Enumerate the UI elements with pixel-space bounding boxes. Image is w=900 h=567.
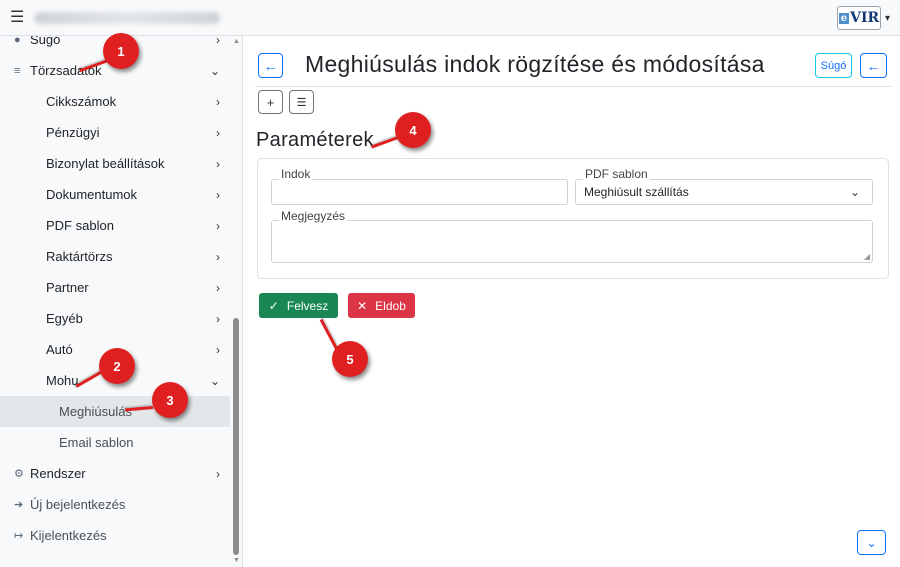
database-icon: ≡ [14, 64, 21, 77]
indok-input[interactable] [271, 179, 568, 205]
help-button[interactable]: Súgó [815, 53, 852, 78]
back-button[interactable]: ← [258, 53, 283, 78]
check-icon: ✓ [268, 298, 279, 313]
chevron-right-icon: › [216, 466, 220, 481]
main-content: ← Meghiúsulás indok rögzítése és módosít… [243, 36, 900, 567]
top-bar: ☰ e VIR ▾ [0, 0, 900, 36]
sidebar-item-label: Mohu [46, 373, 79, 388]
megjegyzes-label: Megjegyzés [279, 209, 348, 223]
scroll-down-arrow-icon[interactable]: ▼ [233, 557, 240, 564]
chevron-right-icon: › [216, 125, 220, 140]
back-button-right[interactable]: ← [860, 53, 887, 78]
sidebar-item-meghiusulas[interactable]: Meghiúsulás [0, 396, 230, 427]
user-menu[interactable]: e VIR ▾ [836, 5, 890, 31]
save-button-label: Felvesz [286, 298, 329, 313]
list-button[interactable]: ☰ [289, 90, 314, 114]
chevron-right-icon: › [216, 311, 220, 326]
megjegyzes-textarea[interactable]: ◢ [271, 220, 873, 263]
logo-text: VIR [850, 10, 880, 26]
chevron-right-icon: › [216, 36, 220, 47]
sidebar-item-pdf-sablon[interactable]: PDF sablon › [0, 210, 230, 241]
save-button[interactable]: ✓ Felvesz [259, 293, 338, 318]
sidebar-item-label: Rendszer [30, 466, 86, 481]
chevron-down-icon: ⌄ [849, 185, 860, 199]
sidebar-item-penzugyi[interactable]: Pénzügyi › [0, 117, 230, 148]
sidebar-item-label: Cikkszámok [46, 94, 117, 109]
chevron-right-icon: › [216, 156, 220, 171]
header-divider [255, 86, 892, 87]
chevron-right-icon: › [216, 249, 220, 264]
sidebar-item-label: Dokumentumok [46, 187, 138, 202]
help-icon: ● [14, 36, 21, 46]
scrollbar-thumb[interactable] [233, 318, 239, 555]
chevron-right-icon: › [216, 218, 220, 233]
pdf-sablon-value: Meghiúsult szállítás [584, 185, 689, 199]
cancel-button[interactable]: ✕ Eldob [348, 293, 415, 318]
blurred-app-title [34, 12, 220, 24]
login-icon: ➔ [14, 499, 24, 511]
sidebar-item-uj-bejelentkezes[interactable]: ➔ Új bejelentkezés [0, 489, 230, 520]
close-icon: ✕ [357, 298, 368, 313]
pdf-sablon-select[interactable]: Meghiúsult szállítás ⌄ [575, 179, 873, 205]
sidebar-item-egyeb[interactable]: Egyéb › [0, 303, 230, 334]
marker-5: 5 [332, 341, 368, 377]
caret-down-icon: ▾ [884, 12, 890, 24]
chevron-right-icon: › [216, 280, 220, 295]
resize-grip-icon[interactable]: ◢ [864, 252, 870, 261]
chevron-down-icon: ⌄ [209, 373, 220, 388]
list-icon: ☰ [296, 96, 307, 109]
sidebar-item-label: Súgó [30, 36, 61, 47]
marker-1: 1 [103, 33, 139, 69]
sidebar-item-label: Egyéb [46, 311, 83, 326]
hamburger-icon[interactable]: ☰ [10, 10, 24, 26]
add-button[interactable]: + [258, 90, 283, 114]
sidebar-item-kijelentkezes[interactable]: ↦ Kijelentkezés [0, 520, 230, 551]
marker-3: 3 [152, 382, 188, 418]
cancel-button-label: Eldob [375, 298, 406, 313]
sidebar-item-email-sablon[interactable]: Email sablon [0, 427, 230, 458]
logout-icon: ↦ [14, 530, 24, 542]
sidebar-item-label: Bizonylat beállítások [46, 156, 165, 171]
plus-icon: + [266, 94, 275, 110]
sidebar-item-bizonylat-beallitasok[interactable]: Bizonylat beállítások › [0, 148, 230, 179]
sidebar-item-label: Új bejelentkezés [30, 497, 126, 512]
parameters-card: Indok Meghiúsult szállítás ⌄ PDF sablon … [257, 158, 889, 279]
sidebar-scrollbar[interactable]: ▲ ▼ [231, 36, 242, 567]
marker-4: 4 [395, 112, 431, 148]
sidebar: ● Súgó › ≡ Törzsadatok ⌄ Cikkszámok › Pénzügy… [0, 36, 243, 567]
chevron-down-icon: ⌄ [209, 63, 220, 78]
arrow-left-icon: ← [866, 57, 881, 74]
sidebar-item-raktartorzs[interactable]: Raktártörzs › [0, 241, 230, 272]
page-title: Meghiúsulás indok rögzítése és módosítás… [305, 51, 765, 77]
chevron-right-icon: › [216, 187, 220, 202]
arrow-left-icon: ← [263, 57, 278, 74]
sidebar-item-label: Email sablon [59, 435, 134, 450]
gears-icon: ⚙ [14, 468, 24, 480]
indok-label: Indok [279, 167, 313, 181]
sidebar-item-label: Kijelentkezés [30, 528, 107, 543]
sidebar-item-label: Meghiúsulás [59, 404, 132, 419]
app-logo: e VIR [836, 6, 881, 30]
section-title: Paraméterek [256, 129, 374, 151]
scroll-up-arrow-icon[interactable]: ▲ [233, 38, 240, 45]
sidebar-item-label: Pénzügyi [46, 125, 100, 140]
chevron-right-icon: › [216, 342, 220, 357]
logo-badge: e [838, 12, 850, 24]
sidebar-item-label: Partner [46, 280, 89, 295]
pdf-sablon-label: PDF sablon [583, 167, 650, 181]
sidebar-item-cikkszamok[interactable]: Cikkszámok › [0, 86, 230, 117]
sidebar-item-label: Raktártörzs [46, 249, 113, 264]
sidebar-item-rendszer[interactable]: ⚙ Rendszer › [0, 458, 230, 489]
chevron-down-icon: ⌄ [866, 535, 877, 550]
sidebar-item-label: Autó [46, 342, 73, 357]
marker-2: 2 [99, 348, 135, 384]
chevron-right-icon: › [216, 94, 220, 109]
sidebar-item-label: PDF sablon [46, 218, 114, 233]
scroll-down-button[interactable]: ⌄ [857, 530, 886, 555]
sidebar-item-dokumentumok[interactable]: Dokumentumok › [0, 179, 230, 210]
sidebar-item-partner[interactable]: Partner › [0, 272, 230, 303]
